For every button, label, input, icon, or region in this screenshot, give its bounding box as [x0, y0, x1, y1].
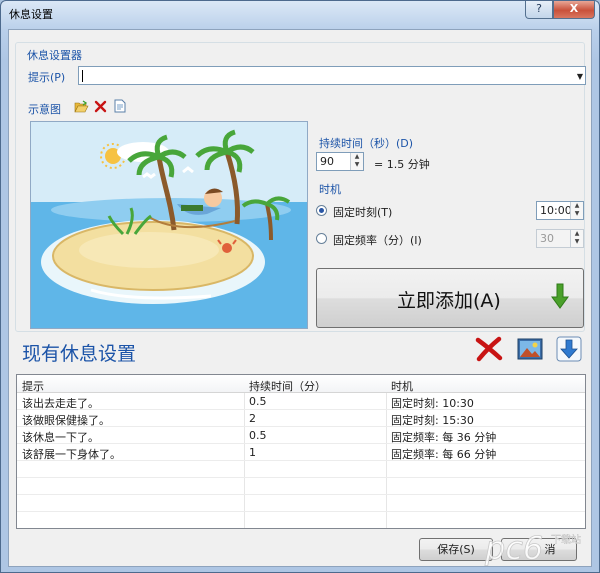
fixed-time-value: 10:00 — [540, 204, 572, 217]
settings-group: 休息设置器 提示(P) ▼ 示意图 持续时间（秒）(D) 90 ▲ ▼ = 1.… — [15, 42, 586, 332]
column-header-duration[interactable]: 持续时间（分） — [249, 378, 326, 394]
duration-value: 90 — [320, 155, 334, 168]
table-row-empty — [17, 495, 585, 512]
fixed-frequency-spin-arrows[interactable]: ▲ ▼ — [570, 230, 583, 247]
row-duration: 1 — [249, 446, 256, 459]
row-timing: 固定时刻: 15:30 — [391, 414, 474, 427]
save-button[interactable]: 保存(S) — [419, 538, 493, 561]
row-tip: 该出去走走了。 — [22, 397, 99, 410]
row-timing: 固定频率: 每 36 分钟 — [391, 431, 497, 444]
close-button[interactable]: X — [553, 1, 595, 19]
fixed-time-spinner[interactable]: 10:00 ▲ ▼ — [536, 201, 584, 220]
folder-open-icon[interactable] — [74, 100, 89, 116]
fixed-frequency-label: 固定频率（分）(I) — [333, 234, 422, 247]
settings-group-title: 休息设置器 — [24, 47, 85, 63]
fixed-frequency-spinner[interactable]: 30 ▲ ▼ — [536, 229, 584, 248]
row-timing: 固定频率: 每 66 分钟 — [391, 448, 497, 461]
fixed-frequency-value: 30 — [540, 232, 554, 245]
title-bar[interactable]: 休息设置 ? X — [1, 1, 599, 25]
delete-entry-icon[interactable] — [475, 336, 503, 365]
fixed-time-label: 固定时刻(T) — [333, 206, 393, 219]
document-icon[interactable] — [114, 99, 126, 116]
table-row[interactable]: 该舒展一下身体了。 1 固定频率: 每 66 分钟 — [17, 444, 585, 461]
add-now-button[interactable]: 立即添加(A) — [316, 268, 584, 328]
diagram-image — [30, 121, 308, 329]
cancel-button[interactable]: 消 — [501, 538, 577, 561]
dialog-client-area: 休息设置器 提示(P) ▼ 示意图 持续时间（秒）(D) 90 ▲ ▼ = 1.… — [8, 29, 592, 567]
picture-icon[interactable] — [517, 338, 543, 363]
down-arrow-icon — [551, 283, 569, 309]
column-header-tip[interactable]: 提示 — [22, 378, 44, 394]
row-duration: 0.5 — [249, 429, 267, 442]
table-row[interactable]: 该出去走走了。 0.5 固定时刻: 10:30 — [17, 393, 585, 410]
row-duration: 0.5 — [249, 395, 267, 408]
table-header: 提示 持续时间（分） 时机 — [17, 375, 585, 393]
cancel-label: 消 — [544, 543, 556, 556]
delete-x-icon[interactable] — [94, 100, 107, 116]
dropdown-arrow-icon[interactable]: ▼ — [577, 72, 583, 81]
row-timing: 固定时刻: 10:30 — [391, 397, 474, 410]
column-header-timing[interactable]: 时机 — [391, 378, 413, 394]
diagram-label: 示意图 — [28, 103, 61, 116]
prompt-combobox[interactable]: ▼ — [78, 66, 586, 85]
table-row-empty — [17, 478, 585, 495]
text-caret — [82, 70, 83, 82]
dialog-window: 休息设置 ? X 休息设置器 提示(P) ▼ 示意图 持续时间（秒）(D) 90… — [0, 0, 600, 573]
duration-spinner[interactable]: 90 ▲ ▼ — [316, 152, 364, 171]
timing-label: 时机 — [319, 183, 341, 196]
table-row[interactable]: 该休息一下了。 0.5 固定频率: 每 36 分钟 — [17, 427, 585, 444]
table-row[interactable]: 该做眼保健操了。 2 固定时刻: 15:30 — [17, 410, 585, 427]
add-now-label: 立即添加(A) — [397, 290, 501, 312]
row-tip: 该休息一下了。 — [22, 431, 99, 444]
help-button[interactable]: ? — [525, 1, 553, 19]
duration-label: 持续时间（秒）(D) — [319, 137, 414, 150]
row-tip: 该舒展一下身体了。 — [22, 448, 121, 461]
existing-settings-title: 现有休息设置 — [22, 343, 137, 365]
fixed-time-spin-arrows[interactable]: ▲ ▼ — [570, 202, 583, 219]
row-duration: 2 — [249, 412, 256, 425]
row-tip: 该做眼保健操了。 — [22, 414, 110, 427]
download-icon[interactable] — [556, 336, 582, 365]
duration-spin-arrows[interactable]: ▲ ▼ — [350, 153, 363, 170]
duration-minutes-readout: = 1.5 分钟 — [374, 158, 430, 171]
fixed-frequency-radio[interactable] — [316, 233, 327, 244]
prompt-label: 提示(P) — [28, 71, 66, 84]
settings-table: 提示 持续时间（分） 时机 该出去走走了。 0.5 固定时刻: 10:30 该做… — [16, 374, 586, 529]
fixed-time-radio[interactable] — [316, 205, 327, 216]
table-row-empty — [17, 461, 585, 478]
window-title: 休息设置 — [9, 8, 53, 21]
